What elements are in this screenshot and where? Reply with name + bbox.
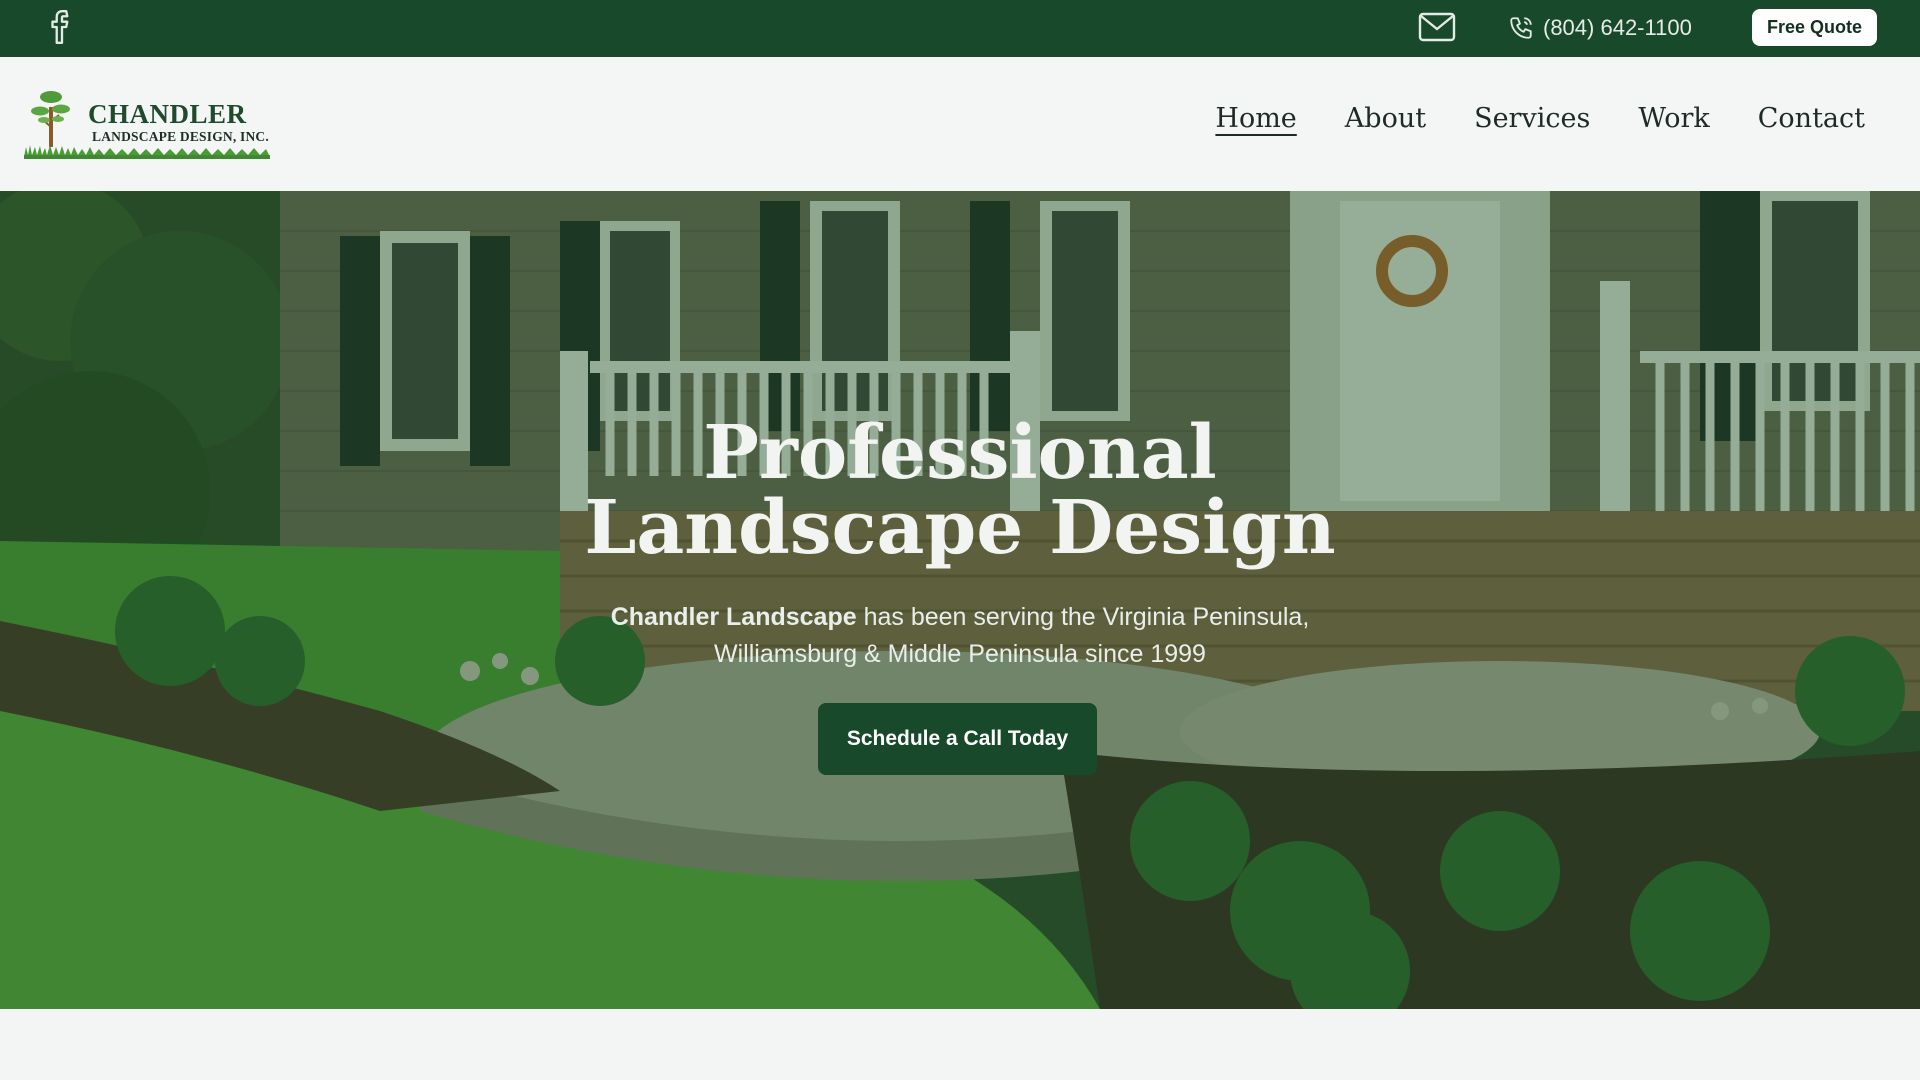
phone-link[interactable]: (804) 642-1100 [1508,10,1692,46]
hero-title: Professional Landscape Design [560,416,1360,566]
free-quote-button[interactable]: Free Quote [1752,9,1877,46]
logo[interactable]: CHANDLER LANDSCAPE DESIGN, INC. [24,87,270,159]
nav-services[interactable]: Services [1474,103,1590,136]
hero-title-line2: Landscape Design [584,485,1336,571]
top-bar: (804) 642-1100 Free Quote [0,0,1920,57]
hero-title-line1: Professional [703,410,1217,496]
main-nav: Home About Services Work Contact [1215,103,1865,136]
nav-about[interactable]: About [1345,103,1426,136]
phone-number: (804) 642-1100 [1543,15,1692,40]
nav-home[interactable]: Home [1215,103,1296,136]
schedule-call-button[interactable]: Schedule a Call Today [818,703,1097,775]
phone-icon [1510,17,1532,39]
nav-contact[interactable]: Contact [1758,103,1865,136]
facebook-icon[interactable] [49,8,75,46]
nav-work[interactable]: Work [1638,103,1709,136]
hero-subtitle-brand: Chandler Landscape [610,603,857,631]
logo-name: CHANDLER [88,99,247,129]
logo-subtitle: LANDSCAPE DESIGN, INC. [92,129,269,144]
site-header: CHANDLER LANDSCAPE DESIGN, INC. Home Abo… [0,57,1920,191]
hero-section: Professional Landscape Design Chandler L… [0,191,1920,1009]
hero-subtitle: Chandler Landscape has been serving the … [560,599,1360,673]
mail-icon[interactable] [1418,12,1456,42]
